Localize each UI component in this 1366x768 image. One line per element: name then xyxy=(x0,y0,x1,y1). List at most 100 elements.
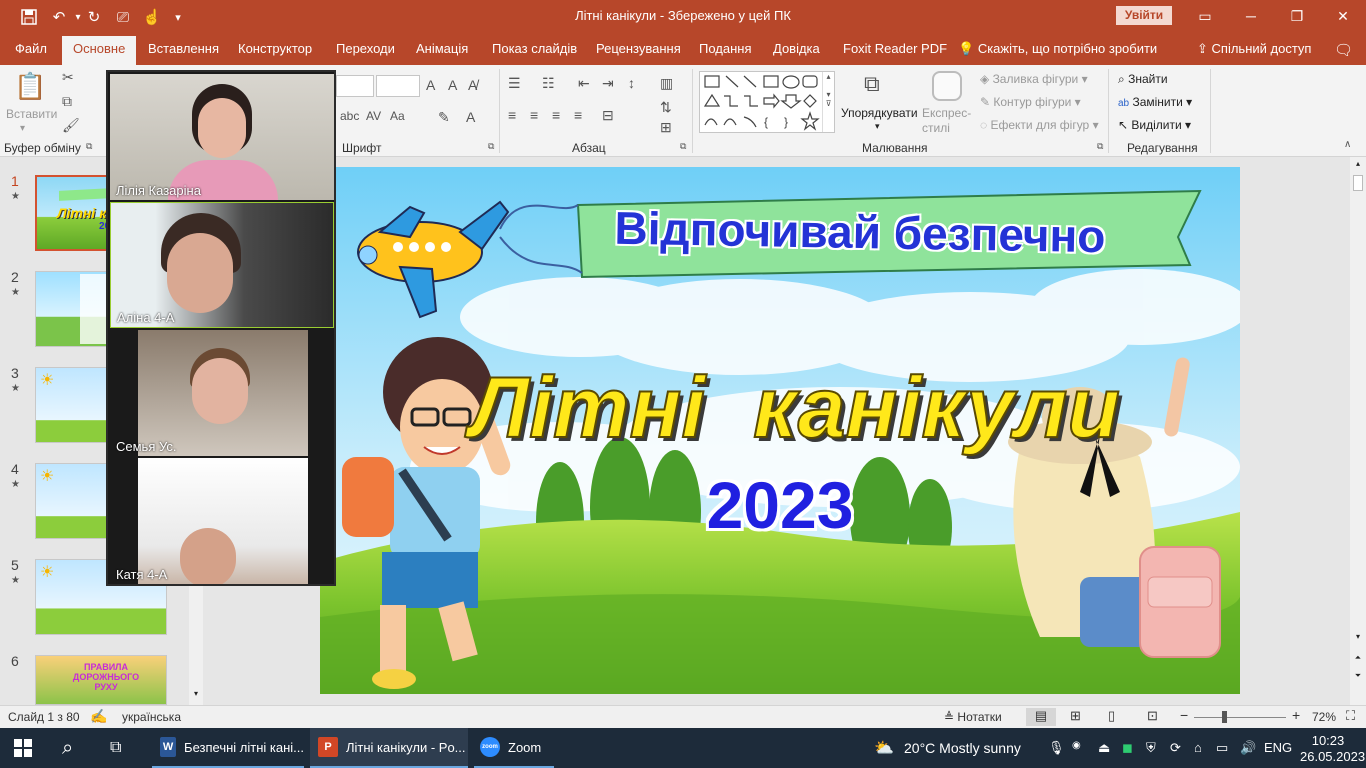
spelling-check-icon[interactable]: ✍ xyxy=(90,708,107,725)
align-left-icon[interactable]: ≡ xyxy=(508,107,516,123)
tab-design[interactable]: Конструктор xyxy=(238,41,312,56)
zoom-level[interactable]: 72% xyxy=(1312,710,1336,724)
language-indicator[interactable]: українська xyxy=(122,710,181,724)
language-indicator[interactable]: ENG xyxy=(1264,740,1292,755)
tab-home[interactable]: Основне xyxy=(62,36,137,65)
format-painter-icon[interactable]: 🖌 xyxy=(62,117,80,134)
decrease-font-icon[interactable]: A xyxy=(448,77,457,93)
scroll-thumb[interactable] xyxy=(1353,175,1363,191)
highlight-icon[interactable]: ✎ xyxy=(438,109,450,126)
update-icon[interactable]: ⟳ xyxy=(1170,740,1181,756)
zoom-out-icon[interactable]: − xyxy=(1180,707,1188,723)
thumbnail-slide-6[interactable]: ПРАВИЛА ДОРОЖНЬОГО РУХУ xyxy=(35,655,167,705)
paragraph-launcher-icon[interactable]: ⧉ xyxy=(680,141,686,152)
shapes-gallery-scroll[interactable]: ▴ ▾ ⊽ xyxy=(822,72,834,132)
shape-outline-button[interactable]: ✎ Контур фігури ▾ xyxy=(980,95,1081,109)
cut-icon[interactable]: ✂ xyxy=(62,69,74,86)
taskbar-app-zoom[interactable]: zoom Zoom xyxy=(474,728,554,768)
scroll-up-icon[interactable]: ▴ xyxy=(1352,159,1364,168)
collapse-ribbon-icon[interactable]: ∧ xyxy=(1344,139,1351,150)
tab-foxit[interactable]: Foxit Reader PDF xyxy=(843,41,947,56)
quick-styles-label[interactable]: Експрес-стилі xyxy=(922,106,974,136)
paste-dropdown-icon[interactable]: ▾ xyxy=(20,123,25,134)
taskbar-app-word[interactable]: W Безпечні літні кані... xyxy=(152,728,304,768)
zoom-slider[interactable] xyxy=(1194,717,1286,718)
previous-slide-icon[interactable]: ⏶ xyxy=(1352,653,1364,663)
participant-video[interactable]: Аліна 4-А xyxy=(110,202,334,328)
close-button[interactable]: ✕ xyxy=(1320,0,1366,33)
slide-scrollbar[interactable]: ▴ ▾ ⏶ ⏷ xyxy=(1350,157,1366,705)
increase-font-icon[interactable]: A xyxy=(426,77,435,93)
tab-transitions[interactable]: Переходи xyxy=(336,41,395,56)
share-button[interactable]: ⇪ Спільний доступ xyxy=(1197,41,1311,57)
weather-text[interactable]: 20°C Mostly sunny xyxy=(904,740,1021,756)
tab-slideshow[interactable]: Показ слайдів xyxy=(492,41,577,56)
tab-animations[interactable]: Анімація xyxy=(416,41,468,56)
comments-icon[interactable]: 🗨 xyxy=(1334,41,1353,59)
replace-button[interactable]: ab Замінити ▾ xyxy=(1118,95,1192,109)
participant-video[interactable]: Лілія Казаріна xyxy=(110,74,334,200)
font-size-box[interactable] xyxy=(376,75,420,97)
tell-me-box[interactable]: 💡 Скажіть, що потрібно зробити xyxy=(958,41,1157,57)
usb-icon[interactable]: ⏏ xyxy=(1098,740,1110,756)
distributed-icon[interactable]: ⊟ xyxy=(602,107,614,124)
sign-in-button[interactable]: Увійти xyxy=(1116,6,1172,25)
security-icon[interactable]: ◼ xyxy=(1122,740,1133,756)
shape-fill-button[interactable]: ◈ Заливка фігури ▾ xyxy=(980,72,1088,86)
change-case-icon[interactable]: Aa xyxy=(390,109,405,123)
weather-icon[interactable]: ⛅ xyxy=(874,738,894,758)
drawing-launcher-icon[interactable]: ⧉ xyxy=(1097,141,1103,152)
align-center-icon[interactable]: ≡ xyxy=(530,107,538,123)
notes-button[interactable]: ≜ Нотатки xyxy=(944,710,1002,724)
scroll-down-icon[interactable]: ▾ xyxy=(191,689,201,703)
select-button[interactable]: ↖ Виділити ▾ xyxy=(1118,118,1191,132)
volume-icon[interactable]: 🔊 xyxy=(1240,740,1256,756)
clear-formatting-icon[interactable]: A̸ xyxy=(468,77,477,93)
zoom-video-panel[interactable]: Лілія Казаріна Аліна 4-А Семья Ус. Катя … xyxy=(106,70,336,586)
windows-start-icon[interactable] xyxy=(14,728,32,768)
paste-icon[interactable]: 📋 xyxy=(14,71,46,102)
bullets-icon[interactable]: ☰ xyxy=(508,75,521,92)
shield-icon[interactable]: ⛨ xyxy=(1146,740,1156,756)
quick-styles-icon[interactable] xyxy=(932,71,962,101)
smartart-icon[interactable]: ⊞ xyxy=(660,119,672,136)
task-view-icon[interactable]: ⧉ xyxy=(110,728,121,768)
maximize-button[interactable]: ❐ xyxy=(1274,0,1320,33)
slide-sorter-icon[interactable]: ⊞ xyxy=(1070,708,1081,724)
slideshow-icon[interactable]: ⊡ xyxy=(1147,708,1158,724)
align-right-icon[interactable]: ≡ xyxy=(552,107,560,123)
slide-canvas[interactable]: Відпочивай безпечно Літні канікули 2023 xyxy=(320,167,1240,694)
clock[interactable]: 10:23 26.05.2023 xyxy=(1300,733,1365,765)
columns-icon[interactable]: ▥ xyxy=(660,75,673,92)
tab-review[interactable]: Рецензування xyxy=(596,41,681,56)
minimize-button[interactable]: ─ xyxy=(1228,0,1274,33)
fit-to-window-icon[interactable]: ⛶ xyxy=(1346,708,1355,724)
text-direction-icon[interactable]: ⇅ xyxy=(660,99,672,116)
search-icon[interactable]: ⌕ xyxy=(62,728,73,768)
tab-view[interactable]: Подання xyxy=(699,41,752,56)
participant-video[interactable]: Семья Ус. xyxy=(110,330,334,456)
arrange-label[interactable]: Упорядкувати xyxy=(841,106,918,120)
font-name-box[interactable] xyxy=(336,75,374,97)
font-color-icon[interactable]: A xyxy=(466,109,475,125)
taskbar-app-powerpoint[interactable]: P Літні канікули - Po... xyxy=(310,728,468,768)
zoom-tray-icon[interactable]: ◉ xyxy=(1072,740,1081,751)
zoom-in-icon[interactable]: + xyxy=(1292,707,1300,723)
character-spacing-icon[interactable]: abc xyxy=(340,109,359,123)
scroll-down-icon[interactable]: ▾ xyxy=(1352,632,1364,641)
shapes-gallery[interactable]: {} ▴ ▾ ⊽ xyxy=(699,71,835,133)
numbering-icon[interactable]: ☷ xyxy=(542,75,555,92)
next-slide-icon[interactable]: ⏷ xyxy=(1352,671,1364,681)
font-launcher-icon[interactable]: ⧉ xyxy=(488,141,494,152)
tab-help[interactable]: Довідка xyxy=(773,41,820,56)
network-icon[interactable]: ⌂ xyxy=(1194,740,1202,755)
find-button[interactable]: ⌕ Знайти xyxy=(1118,72,1168,87)
clipboard-launcher-icon[interactable]: ⧉ xyxy=(86,141,92,152)
increase-indent-icon[interactable]: ⇥ xyxy=(602,75,614,92)
reading-view-icon[interactable]: ▯ xyxy=(1108,708,1115,724)
arrange-icon[interactable]: ⧉ xyxy=(864,71,880,97)
display-icon[interactable]: ▭ xyxy=(1216,740,1228,756)
copy-icon[interactable]: ⧉ xyxy=(62,93,72,110)
tab-file[interactable]: Файл xyxy=(15,41,47,56)
normal-view-icon[interactable]: ▤ xyxy=(1026,708,1056,726)
